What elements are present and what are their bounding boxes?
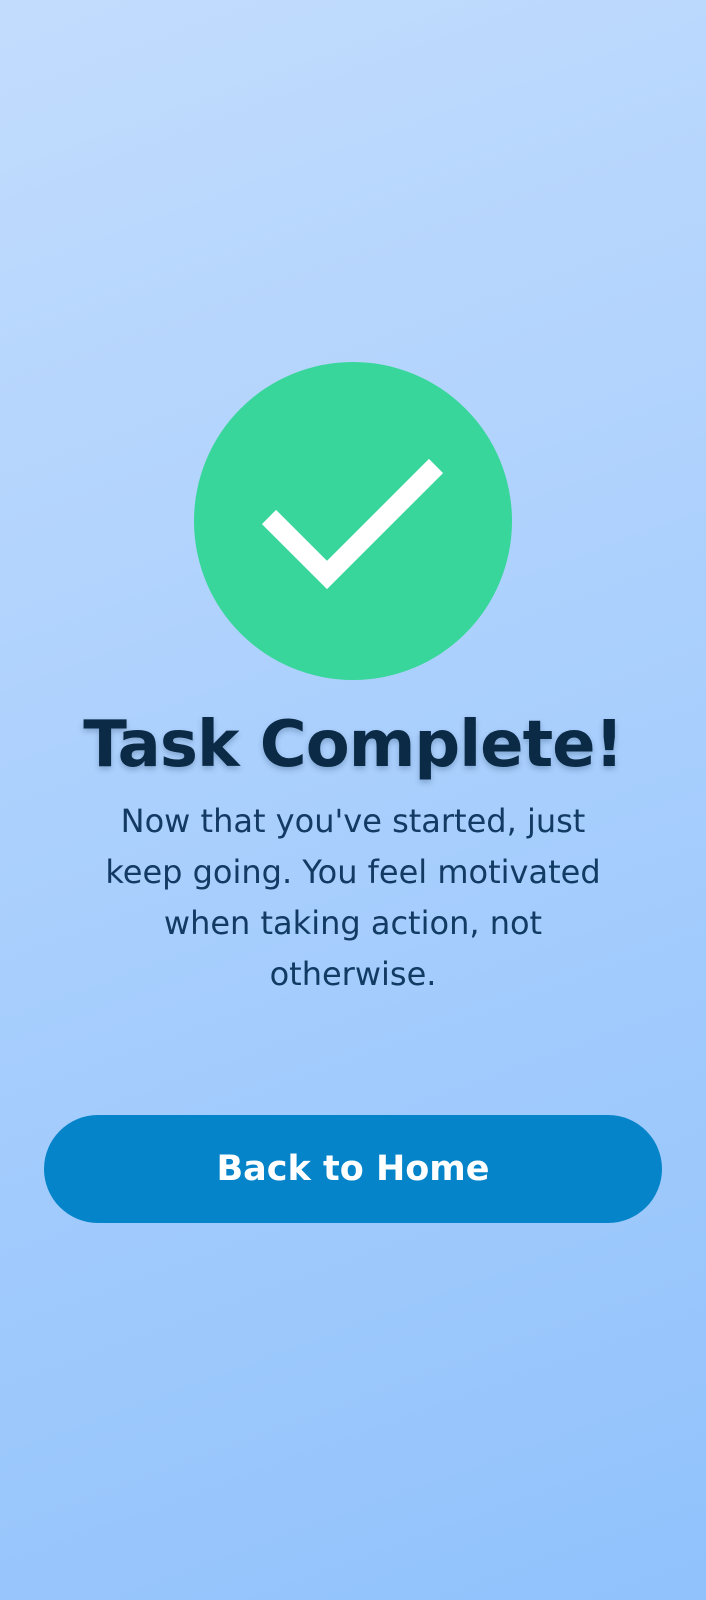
back-to-home-button[interactable]: Back to Home — [44, 1115, 662, 1223]
page-title: Task Complete! — [83, 708, 624, 782]
task-complete-screen: Task Complete! Now that you've started, … — [0, 0, 706, 1600]
success-badge — [194, 362, 512, 680]
motivation-message: Now that you've started, just keep going… — [105, 802, 601, 993]
checkmark-icon — [261, 458, 444, 590]
